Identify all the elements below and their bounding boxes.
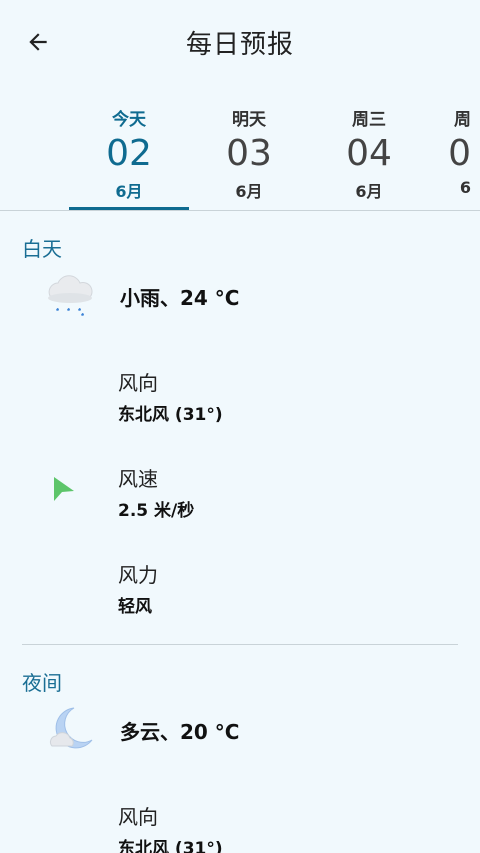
tab-day-number: 02 — [106, 133, 152, 174]
tab-month: 6 — [459, 178, 471, 197]
tab-day-number: 03 — [226, 133, 272, 174]
tab-tomorrow[interactable]: 明天 03 6月 — [189, 96, 309, 208]
moon-cloud-icon — [46, 704, 96, 760]
night-condition-row: 多云、20 °C — [0, 702, 480, 762]
tab-weekday: 今天 — [112, 110, 146, 130]
day-wind-force-label: 风力 — [118, 563, 158, 587]
tabs-divider — [0, 210, 480, 211]
tab-month: 6月 — [115, 182, 143, 201]
day-wind-speed-label: 风速 — [118, 467, 158, 491]
section-divider — [22, 644, 458, 645]
day-condition-row: 小雨、24 °C — [0, 268, 480, 328]
toolbar: 每日预报 — [0, 0, 480, 84]
wind-direction-arrow-icon — [50, 474, 76, 506]
tab-day-number: 0 — [448, 133, 471, 174]
day-wind-direction-label: 风向 — [118, 371, 158, 395]
rain-cloud-icon — [44, 270, 96, 328]
daily-forecast-screen: 每日预报 今天 02 6月 明天 03 6月 周三 04 6月 周 0 6 白天 — [0, 0, 480, 853]
tab-weekday: 周 — [454, 110, 471, 130]
day-wind-force-value: 轻风 — [118, 597, 152, 617]
tab-weekday: 明天 — [232, 110, 266, 130]
night-wind-direction-label: 风向 — [118, 805, 158, 829]
night-section-title: 夜间 — [22, 671, 62, 695]
tab-today[interactable]: 今天 02 6月 — [69, 96, 189, 208]
tab-next-partial[interactable]: 周 0 6 — [411, 96, 471, 208]
night-condition-text: 多云、20 °C — [120, 720, 240, 744]
day-wind-direction-value: 东北风 (31°) — [118, 405, 223, 425]
day-condition-text: 小雨、24 °C — [120, 286, 240, 310]
night-wind-direction-value: 东北风 (31°) — [118, 839, 223, 853]
day-section-title: 白天 — [22, 237, 62, 261]
date-tabs: 今天 02 6月 明天 03 6月 周三 04 6月 周 0 6 — [0, 96, 480, 212]
tab-month: 6月 — [235, 182, 263, 201]
page-title: 每日预报 — [185, 30, 294, 60]
day-wind-speed-value: 2.5 米/秒 — [118, 501, 195, 521]
